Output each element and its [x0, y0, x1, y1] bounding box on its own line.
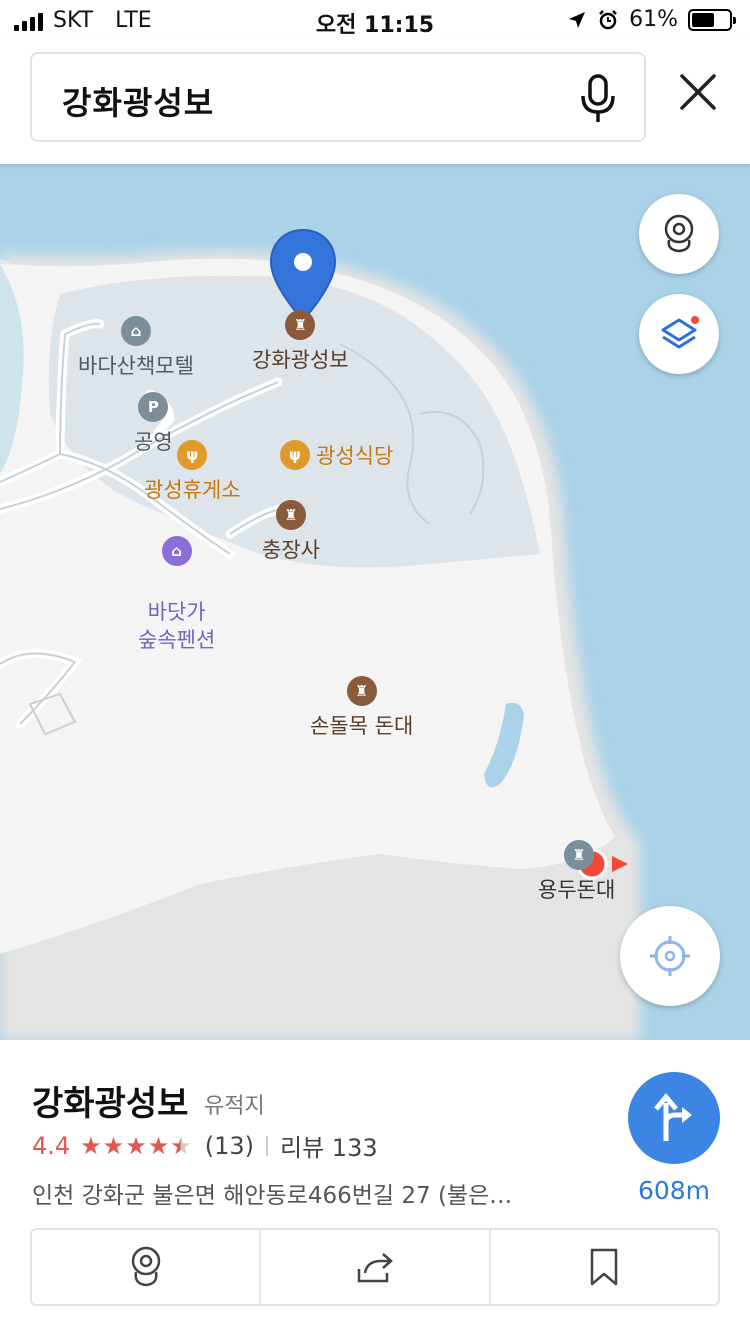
poi-selected-label: 강화광성보: [252, 348, 349, 372]
directions-arrow-icon: [654, 1093, 692, 1141]
bed-icon: ⌂: [161, 536, 192, 566]
action-bar: [30, 1228, 720, 1306]
distance-label: 608m: [637, 1176, 711, 1205]
fortress-icon: ♜: [285, 310, 316, 340]
search-input[interactable]: 강화광성보: [30, 52, 646, 142]
poi-restaurant-label: 광성식당: [316, 444, 394, 468]
poi-restaurant[interactable]: ψ 광성식당: [280, 440, 393, 470]
poi-pension-label: 바닷가 숲속펜션: [138, 600, 216, 652]
share-icon: [357, 1253, 393, 1283]
place-name: 강화광성보: [32, 1084, 189, 1124]
layers-icon: [661, 316, 699, 349]
microphone-icon[interactable]: [578, 74, 618, 124]
map-land: [0, 250, 640, 1040]
rating-stars-icon: ★★★★★: [80, 1131, 193, 1160]
status-right: 61%: [567, 7, 736, 32]
directions-button[interactable]: [628, 1072, 720, 1164]
my-location-button[interactable]: [620, 906, 720, 1006]
poi-pension[interactable]: ⌂ 바닷가 숲속펜션: [138, 508, 215, 654]
place-detail-sheet[interactable]: 강화광성보 유적지 4.4 ★★★★★ (13) 리뷰 133 인천 강화군 불…: [0, 1040, 750, 1334]
close-icon[interactable]: [676, 70, 720, 114]
poi-motel[interactable]: ⌂ 바다산책모텔: [78, 316, 194, 380]
parking-icon: P: [138, 392, 169, 422]
poi-reststop-label: 광성휴게소: [144, 478, 241, 502]
bed-icon: ⌂: [120, 316, 151, 346]
map-layers-button[interactable]: [639, 294, 719, 374]
review-count[interactable]: 리뷰 133: [280, 1128, 378, 1163]
location-arrow-icon: [569, 11, 586, 28]
rating-count[interactable]: (13): [205, 1132, 254, 1160]
street-view-button[interactable]: [639, 194, 719, 274]
poi-sondolmok[interactable]: ♜ 손돌목 돈대: [310, 676, 413, 740]
map-view[interactable]: ⌂ 바다산책모텔 ♜ 강화광성보 P 공영 ψ 광성식당 ψ 광성휴게소 ♜ 충…: [0, 164, 750, 1040]
battery-percent: 61%: [629, 7, 678, 32]
status-bar: SKT LTE 오전 11:15 61%: [0, 0, 750, 40]
restaurant-icon: ψ: [177, 440, 208, 470]
poi-sondolmok-label: 손돌목 돈대: [310, 714, 414, 738]
street-view-action-button[interactable]: [32, 1230, 262, 1304]
divider: [266, 1135, 269, 1156]
restaurant-icon: ψ: [280, 440, 310, 470]
bookmark-icon: [591, 1248, 618, 1286]
crosshair-icon: [650, 936, 690, 976]
poi-shrine-label: 충장사: [262, 538, 320, 562]
alarm-icon: [599, 9, 617, 29]
search-header: 강화광성보: [0, 40, 750, 164]
poi-selected[interactable]: ♜ 강화광성보: [252, 310, 349, 374]
fortress-icon: ♜: [346, 676, 377, 706]
fortress-icon: ♜: [564, 840, 594, 870]
street-view-icon: [131, 1246, 160, 1287]
battery-icon: [688, 8, 736, 31]
rating-value: 4.4: [32, 1131, 71, 1160]
poi-shrine[interactable]: ♜ 충장사: [262, 500, 320, 564]
share-button[interactable]: [261, 1230, 491, 1304]
place-address: 인천 강화군 불은면 해안동로466번길 27 (불은…: [32, 1183, 513, 1209]
rating-row: 4.4 ★★★★★ (13) 리뷰 133: [32, 1128, 378, 1163]
poi-yongdu-label: 용두돈대: [538, 878, 616, 902]
poi-motel-label: 바다산책모텔: [78, 354, 194, 378]
street-view-icon: [664, 214, 694, 253]
poi-reststop[interactable]: ψ 광성휴게소: [144, 440, 241, 504]
poi-yongdu[interactable]: ♜ 용두돈대: [538, 840, 615, 904]
search-query: 강화광성보: [62, 84, 215, 122]
fortress-icon: ♜: [275, 500, 306, 530]
place-category: 유적지: [204, 1094, 265, 1119]
bookmark-button[interactable]: [491, 1230, 718, 1304]
